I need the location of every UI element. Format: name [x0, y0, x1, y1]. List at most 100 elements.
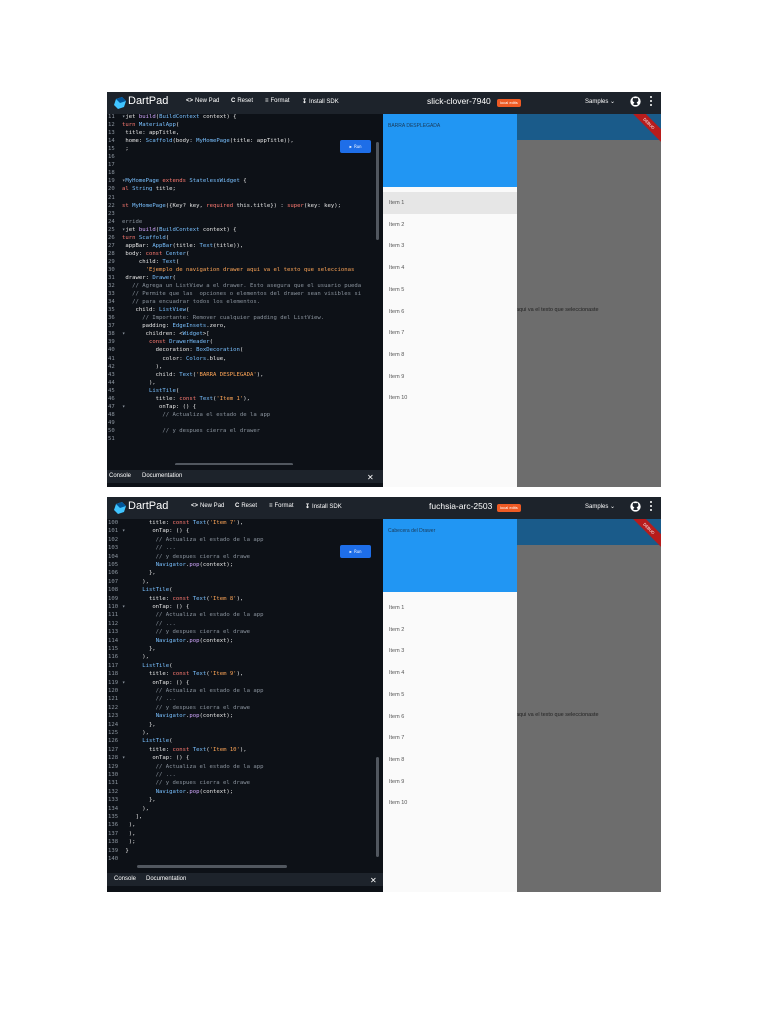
line-number: 43	[108, 371, 115, 378]
new-pad-button[interactable]: <> New Pad	[186, 98, 219, 104]
code-token: );	[122, 839, 136, 846]
line-number: 132	[108, 788, 119, 795]
code-line: 104 // y despues cierra el drawe	[107, 554, 250, 563]
drawer-item[interactable]: Item 10	[383, 792, 517, 814]
code-token: 'BARRA DESPLEGADA'	[196, 371, 257, 378]
chevron-down-icon: ⌄	[610, 504, 616, 510]
drawer-item[interactable]: Item 2	[383, 214, 517, 236]
close-icon[interactable]: ✕	[370, 876, 377, 885]
line-number: 46	[108, 395, 115, 402]
more-vert-icon[interactable]	[650, 96, 653, 108]
samples-dropdown[interactable]: Samples ⌄	[585, 503, 615, 510]
code-token: >[	[202, 331, 210, 338]
drawer-item[interactable]: Item 7	[383, 727, 517, 749]
code-token: ),	[243, 395, 251, 402]
code-line: 121 // ...	[107, 696, 176, 705]
code-line: 118 title: const Text('Item 9'),	[107, 671, 243, 680]
run-button[interactable]: ▶ Run	[340, 140, 371, 153]
line-number: 37	[108, 323, 115, 330]
drawer-item-label: Item 8	[389, 351, 405, 358]
code-token: },	[122, 721, 156, 728]
github-icon[interactable]	[630, 501, 641, 512]
drawer-item[interactable]: Item 8	[383, 749, 517, 771]
code-token: StatelessWidget	[189, 178, 240, 185]
console-tab[interactable]: Console	[114, 876, 136, 882]
code-line: 101 ▾ onTap: () {	[107, 528, 189, 537]
code-token: // Actualiza el estado de la app	[122, 612, 264, 619]
code-editor[interactable]: 11 ▾jet build(BuildContext context) {12 tu…	[107, 114, 383, 465]
dartpad-screenshot-1: DartPad <> New Pad C Reset ≡ Format ↧ Instal…	[107, 92, 661, 487]
reset-label: Reset	[241, 503, 258, 509]
code-token: ),	[122, 379, 156, 386]
code-line: 131 // y despues cierra el drawe	[107, 780, 250, 789]
drawer-item[interactable]: Item 3	[383, 235, 517, 257]
drawer-item[interactable]: Item 6	[383, 706, 517, 728]
new-pad-button[interactable]: <> New Pad	[191, 503, 224, 509]
code-token: Widget	[182, 331, 203, 338]
drawer-item[interactable]: Item 5	[383, 684, 517, 706]
code-token: // ...	[122, 545, 176, 552]
code-token: Scaffold	[138, 234, 166, 241]
install-sdk-button[interactable]: ↧ Install SDK	[302, 98, 339, 105]
format-button[interactable]: ≡ Format	[269, 503, 294, 509]
drawer-item[interactable]: Item 9	[383, 771, 517, 793]
line-number: 48	[108, 411, 115, 418]
line-number: 17	[108, 162, 115, 169]
code-token: context) {	[199, 226, 237, 233]
format-button[interactable]: ≡ Format	[265, 98, 290, 104]
drawer-header-text: Cabecera del Drawer	[388, 528, 436, 534]
drawer-item[interactable]: Item 10	[383, 387, 517, 409]
drawer-item-label: Item 10	[389, 395, 408, 402]
line-number: 35	[108, 307, 115, 314]
drawer-item[interactable]: Item 3	[383, 640, 517, 662]
close-icon[interactable]: ✕	[367, 473, 374, 482]
github-icon[interactable]	[630, 96, 641, 107]
drawer-item-label: Item 7	[389, 735, 405, 742]
more-vert-icon[interactable]	[650, 501, 653, 513]
drawer-item[interactable]: Item 9	[383, 366, 517, 388]
horizontal-scrollbar[interactable]	[175, 463, 293, 465]
drawer-item-label: Item 2	[389, 221, 405, 228]
install-sdk-button[interactable]: ↧ Install SDK	[305, 503, 342, 510]
drawer-item[interactable]: Item 4	[383, 662, 517, 684]
documentation-tab[interactable]: Documentation	[142, 473, 182, 479]
line-number: 18	[108, 170, 115, 177]
code-editor[interactable]: 100 title: const Text('Item 7'), 101 ▾ onT…	[107, 519, 383, 870]
line-number: 15	[108, 146, 115, 153]
line-number: 19	[108, 178, 115, 185]
reset-button[interactable]: C Reset	[235, 503, 257, 509]
code-token: (title)),	[212, 242, 244, 249]
line-number: 120	[108, 688, 119, 694]
drawer-item[interactable]: Item 7	[383, 322, 517, 344]
code-token: Text	[192, 595, 207, 602]
code-token: 'Item 1'	[216, 395, 244, 402]
code-token: build	[138, 226, 156, 233]
drawer-item[interactable]: Item 8	[383, 344, 517, 366]
code-token: Navigator	[155, 713, 186, 720]
samples-dropdown[interactable]: Samples ⌄	[585, 98, 615, 105]
line-number: 102	[108, 536, 119, 543]
horizontal-scrollbar[interactable]	[137, 865, 287, 868]
code-token: onTap: () {	[125, 604, 190, 610]
reset-button[interactable]: C Reset	[231, 98, 253, 104]
drawer-item[interactable]: Item 5	[383, 279, 517, 301]
drawer-item[interactable]: Item 4	[383, 257, 517, 279]
run-button[interactable]: ▶ Run	[340, 545, 371, 558]
drawer-item[interactable]: Item 6	[383, 301, 517, 323]
samples-label: Samples	[585, 504, 609, 510]
code-line: 134 ),	[107, 806, 149, 815]
drawer-item[interactable]: Item 1	[383, 192, 517, 214]
drawer-item[interactable]: Item 2	[383, 619, 517, 641]
code-line: 108 ListTile(	[107, 587, 173, 596]
drawer-item[interactable]: Item 1	[383, 597, 517, 619]
vertical-scrollbar[interactable]	[376, 757, 379, 857]
code-token: // Actualiza el estado de la app	[122, 411, 271, 418]
navigation-drawer: Cabecera del Drawer Item 1 Item 2 Item 3 It…	[383, 519, 517, 892]
vertical-scrollbar[interactable]	[376, 142, 379, 240]
line-number: 119	[108, 679, 119, 686]
console-tab[interactable]: Console	[109, 473, 131, 479]
toolbar: DartPad <> New Pad C Reset ≡ Format ↧ Instal…	[107, 92, 661, 114]
documentation-tab[interactable]: Documentation	[146, 876, 186, 882]
drawer-item-label: Item 8	[389, 756, 405, 763]
